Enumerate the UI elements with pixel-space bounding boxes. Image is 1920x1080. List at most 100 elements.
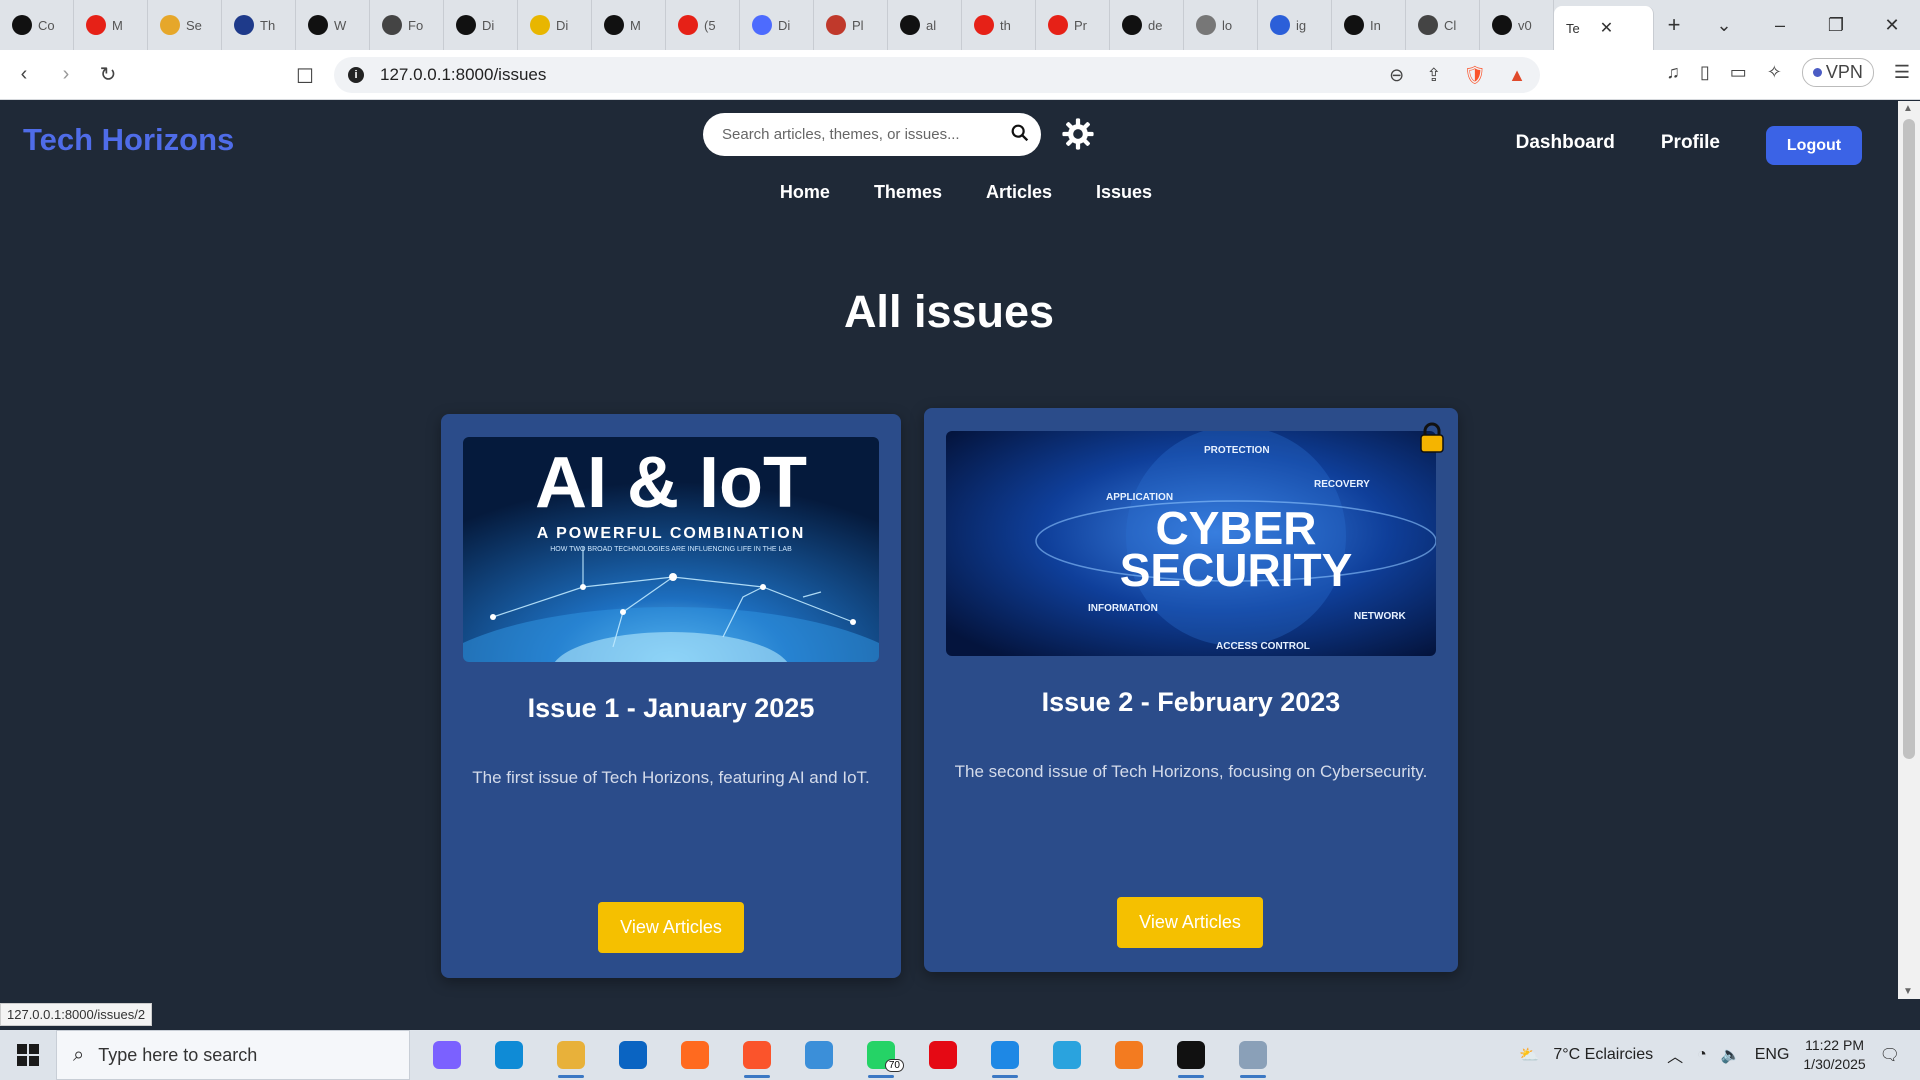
tray-overflow-chevron-icon[interactable]: ︿ bbox=[1667, 1043, 1683, 1067]
volume-icon[interactable]: 🔈 bbox=[1721, 1045, 1741, 1065]
search-icon[interactable] bbox=[1009, 122, 1031, 144]
browser-tab[interactable]: Cl bbox=[1406, 0, 1480, 50]
browser-tab[interactable]: W bbox=[296, 0, 370, 50]
address-bar-actions: ⊖ ⇪ 🛡 ▲ bbox=[1389, 65, 1526, 86]
brave-shields-icon[interactable]: 🛡 bbox=[1463, 65, 1486, 86]
start-button[interactable] bbox=[0, 1030, 56, 1080]
address-bar[interactable]: i 127.0.0.1:8000/issues ⊖ ⇪ 🛡 ▲ bbox=[334, 57, 1540, 93]
browser-tab[interactable]: Di bbox=[740, 0, 814, 50]
view-articles-button[interactable]: View Articles bbox=[1117, 897, 1263, 948]
browser-tab[interactable]: th bbox=[962, 0, 1036, 50]
browser-tab[interactable]: (5 bbox=[666, 0, 740, 50]
taskbar-app[interactable] bbox=[1036, 1030, 1098, 1080]
taskbar-app[interactable] bbox=[1160, 1030, 1222, 1080]
browser-tab-label: ig bbox=[1296, 17, 1307, 33]
theme-toggle-gear-icon[interactable] bbox=[1061, 117, 1095, 151]
issue-card[interactable]: AI & IoT A POWERFUL COMBINATION HOW TWO … bbox=[441, 414, 901, 978]
back-button[interactable]: ‹ bbox=[6, 63, 42, 86]
nav-issues[interactable]: Issues bbox=[1096, 182, 1152, 203]
notifications-icon[interactable]: 🗨 bbox=[1880, 1045, 1900, 1065]
taskbar-app[interactable] bbox=[602, 1030, 664, 1080]
clock[interactable]: 11:22 PM 1/30/2025 bbox=[1803, 1036, 1865, 1074]
browser-tab[interactable]: Fo bbox=[370, 0, 444, 50]
sidebar-icon[interactable]: ▯ bbox=[1700, 62, 1710, 83]
scrollbar-thumb[interactable] bbox=[1903, 119, 1915, 759]
zoom-icon[interactable]: ⊖ bbox=[1389, 65, 1404, 86]
taskbar-app[interactable] bbox=[912, 1030, 974, 1080]
outlook-icon bbox=[619, 1041, 647, 1069]
menu-icon[interactable]: ☰ bbox=[1894, 62, 1910, 83]
window-controls: ⌄ – ❐ ✕ bbox=[1696, 0, 1920, 50]
taskbar-app[interactable] bbox=[1098, 1030, 1160, 1080]
system-tray: ⛅ 7°C Eclaircies ︿ ◔ 🔈 ENG 11:22 PM 1/30… bbox=[1519, 1030, 1920, 1080]
browser-tab[interactable]: Se bbox=[148, 0, 222, 50]
bookmark-icon[interactable]: ☐ bbox=[296, 64, 314, 89]
new-tab-button[interactable]: + bbox=[1654, 12, 1694, 38]
scroll-up-arrow-icon[interactable]: ▲ bbox=[1903, 103, 1913, 114]
nav-themes[interactable]: Themes bbox=[874, 182, 942, 203]
logout-button[interactable]: Logout bbox=[1766, 126, 1862, 165]
browser-tab[interactable]: lo bbox=[1184, 0, 1258, 50]
issue-card[interactable]: CYBER SECURITY PROTECTION APPLICATION RE… bbox=[924, 408, 1458, 972]
scroll-down-arrow-icon[interactable]: ▼ bbox=[1903, 986, 1913, 997]
share-icon[interactable]: ⇪ bbox=[1426, 65, 1441, 86]
taskbar-app[interactable] bbox=[726, 1030, 788, 1080]
site-search bbox=[703, 113, 1041, 156]
taskbar-app[interactable] bbox=[1222, 1030, 1284, 1080]
dashboard-link[interactable]: Dashboard bbox=[1516, 132, 1615, 154]
browser-tab[interactable]: Di bbox=[444, 0, 518, 50]
reload-button[interactable]: ↻ bbox=[90, 62, 126, 87]
browser-tab[interactable]: M bbox=[74, 0, 148, 50]
browser-tab[interactable]: Pl bbox=[814, 0, 888, 50]
browser-tab[interactable]: al bbox=[888, 0, 962, 50]
browser-tab-active[interactable]: Te ✕ bbox=[1554, 6, 1654, 50]
vpn-button[interactable]: VPN bbox=[1801, 58, 1874, 87]
forward-button[interactable]: › bbox=[48, 63, 84, 86]
issue-cover-image: AI & IoT A POWERFUL COMBINATION HOW TWO … bbox=[463, 437, 879, 662]
restore-button[interactable]: ❐ bbox=[1808, 15, 1864, 36]
network-icon[interactable]: ◔ bbox=[1697, 1046, 1707, 1064]
browser-tab[interactable]: In bbox=[1332, 0, 1406, 50]
brave-icon bbox=[743, 1041, 771, 1069]
cover-headline: AI & IoT bbox=[535, 443, 807, 523]
v0-icon bbox=[1492, 15, 1512, 35]
browser-tab[interactable]: de bbox=[1110, 0, 1184, 50]
leo-ai-icon[interactable]: ✧ bbox=[1767, 62, 1782, 83]
youtube-icon bbox=[974, 15, 994, 35]
close-window-button[interactable]: ✕ bbox=[1864, 15, 1920, 36]
site-brand[interactable]: Tech Horizons bbox=[23, 122, 234, 158]
taskbar-app[interactable] bbox=[416, 1030, 478, 1080]
tab-search-chevron-icon[interactable]: ⌄ bbox=[1696, 15, 1752, 36]
taskbar-search[interactable]: ⌕ Type here to search bbox=[56, 1030, 410, 1080]
page-scrollbar[interactable]: ▲ ▼ bbox=[1898, 101, 1920, 999]
browser-tab[interactable]: v0 bbox=[1480, 0, 1554, 50]
media-icon[interactable]: ♫ bbox=[1666, 62, 1680, 83]
nav-home[interactable]: Home bbox=[780, 182, 830, 203]
minimize-button[interactable]: – bbox=[1752, 15, 1808, 36]
close-tab-icon[interactable]: ✕ bbox=[1600, 18, 1613, 38]
nav-articles[interactable]: Articles bbox=[986, 182, 1052, 203]
browser-tab[interactable]: M bbox=[592, 0, 666, 50]
weather-icon[interactable]: ⛅ bbox=[1519, 1045, 1539, 1065]
weather-text[interactable]: 7°C Eclaircies bbox=[1553, 1046, 1653, 1064]
taskbar-app[interactable] bbox=[478, 1030, 540, 1080]
taskbar-app[interactable]: 70 bbox=[850, 1030, 912, 1080]
view-articles-button[interactable]: View Articles bbox=[598, 902, 744, 953]
language-indicator[interactable]: ENG bbox=[1755, 1046, 1790, 1064]
browser-tab[interactable]: Th bbox=[222, 0, 296, 50]
profile-link[interactable]: Profile bbox=[1661, 132, 1720, 154]
taskbar-app[interactable] bbox=[788, 1030, 850, 1080]
browser-tab[interactable]: Di bbox=[518, 0, 592, 50]
browser-tab[interactable]: Pr bbox=[1036, 0, 1110, 50]
browser-tab-label: Co bbox=[38, 17, 55, 33]
wallet-icon[interactable]: ▭ bbox=[1730, 62, 1747, 83]
site-info-icon[interactable]: i bbox=[348, 67, 364, 83]
taskbar-app[interactable] bbox=[664, 1030, 726, 1080]
taskbar-app[interactable] bbox=[540, 1030, 602, 1080]
search-input[interactable] bbox=[722, 126, 1002, 143]
browser-tab[interactable]: ig bbox=[1258, 0, 1332, 50]
browser-tab[interactable]: Co bbox=[0, 0, 74, 50]
brave-rewards-icon[interactable]: ▲ bbox=[1508, 65, 1526, 86]
youtube-icon bbox=[1048, 15, 1068, 35]
taskbar-app[interactable] bbox=[974, 1030, 1036, 1080]
